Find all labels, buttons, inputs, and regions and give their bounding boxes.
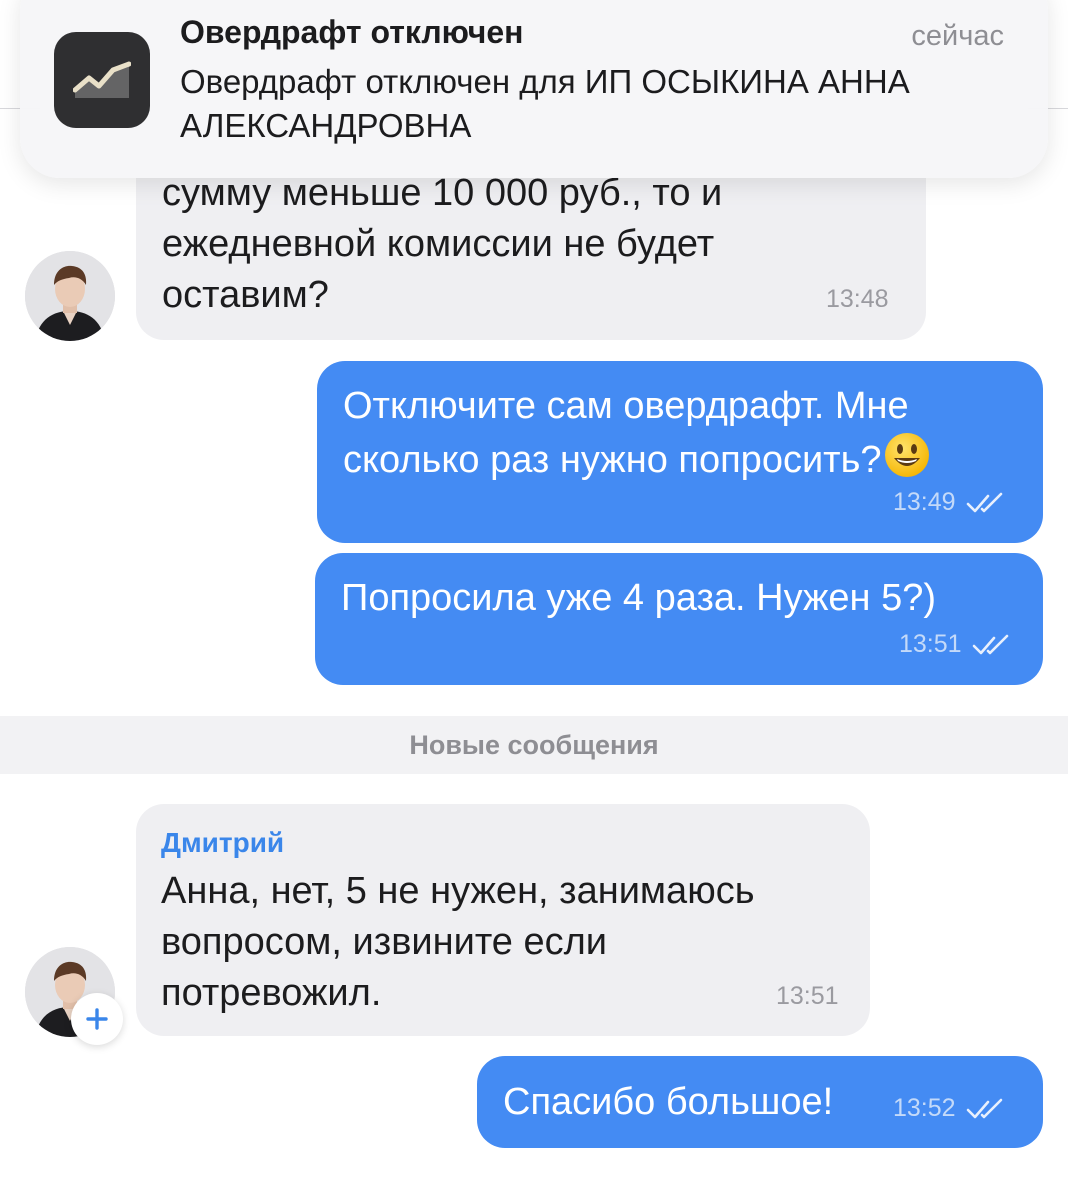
message-text-line: потревожил. <box>161 972 382 1014</box>
smiley-emoji-icon <box>884 433 929 477</box>
message-text-line: Анна, нет, 5 не нужен, занимаюсь <box>161 870 755 912</box>
message-meta: 13:52 <box>893 1094 1006 1123</box>
message-time: 13:48 <box>826 285 889 313</box>
chart-trend-icon <box>73 61 131 98</box>
message-text: Попросила уже 4 раза. Нужен 5?) <box>341 577 937 619</box>
sender-name[interactable]: Дмитрий <box>161 826 284 860</box>
app-icon <box>54 32 150 128</box>
message-time: 13:51 <box>899 630 962 658</box>
person-avatar-icon <box>25 251 115 341</box>
message-meta: 13:49 <box>893 488 1006 517</box>
double-check-icon <box>972 634 1008 654</box>
notification-body: Овердрафт отключен для ИП ОСЫКИНА АННА А… <box>180 63 910 144</box>
notification-time: сейчас <box>911 20 1004 52</box>
message-text-line: вопросом, извините если <box>161 921 608 963</box>
message-time: 13:49 <box>893 488 956 516</box>
message-text-line: Отключите сам овердрафт. Мне <box>343 385 909 427</box>
push-notification[interactable]: Овердрафт отключен сейчас Овердрафт откл… <box>20 0 1048 178</box>
double-check-icon <box>966 1098 1002 1118</box>
message-text-line: ежедневной комиссии не будет <box>162 223 715 265</box>
message-text: сколько раз нужно попросить? <box>343 439 882 481</box>
plus-icon <box>86 1008 108 1030</box>
message-meta: 13:51 <box>899 630 1012 659</box>
double-check-icon <box>966 492 1002 512</box>
message-text: Спасибо большое! <box>503 1081 834 1123</box>
separator-label: Новые сообщения <box>409 729 659 760</box>
message-time: 13:51 <box>776 982 839 1010</box>
message-time: 13:52 <box>893 1094 956 1122</box>
add-contact-button[interactable] <box>71 993 123 1045</box>
message-text-line-with-emoji: сколько раз нужно попросить? <box>343 432 930 486</box>
avatar[interactable] <box>25 251 115 341</box>
message-text-line: оставим? <box>162 274 329 316</box>
notification-title: Овердрафт отключен <box>180 14 524 50</box>
new-messages-separator: Новые сообщения <box>0 716 1068 774</box>
